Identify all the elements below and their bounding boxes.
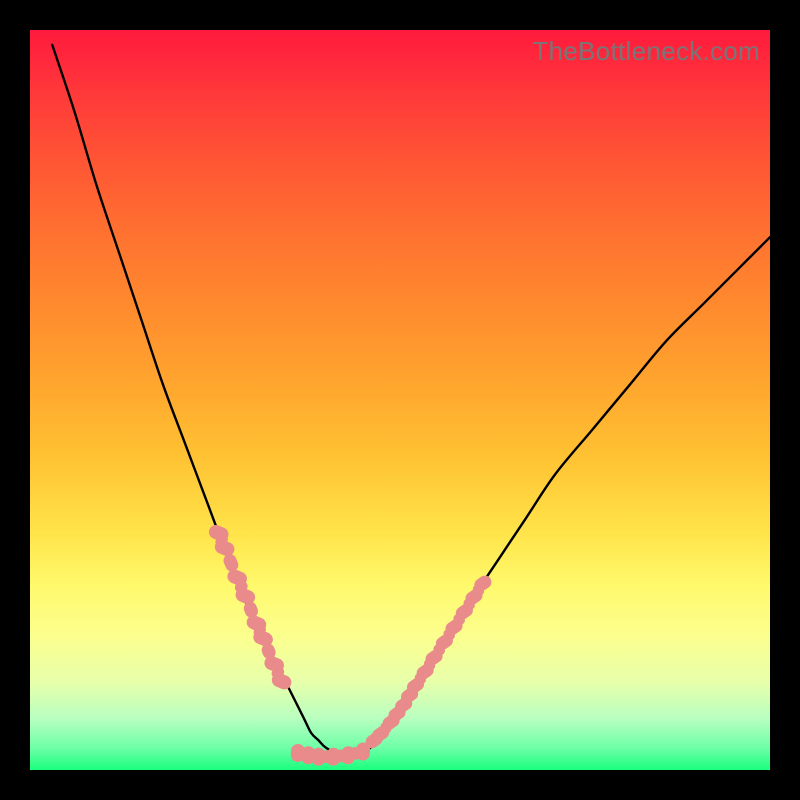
marker-cluster-bottom bbox=[290, 742, 370, 766]
marker-dot bbox=[356, 742, 371, 761]
marker-cluster-right bbox=[363, 573, 494, 751]
marker-dot bbox=[341, 746, 356, 765]
chart-overlay bbox=[30, 30, 770, 770]
bottleneck-curve bbox=[52, 45, 770, 756]
marker bbox=[341, 746, 356, 765]
marker-cluster-left bbox=[207, 523, 294, 692]
chart-frame: TheBottleneck.com bbox=[0, 0, 800, 800]
marker bbox=[356, 742, 371, 761]
plot-area: TheBottleneck.com bbox=[30, 30, 770, 770]
